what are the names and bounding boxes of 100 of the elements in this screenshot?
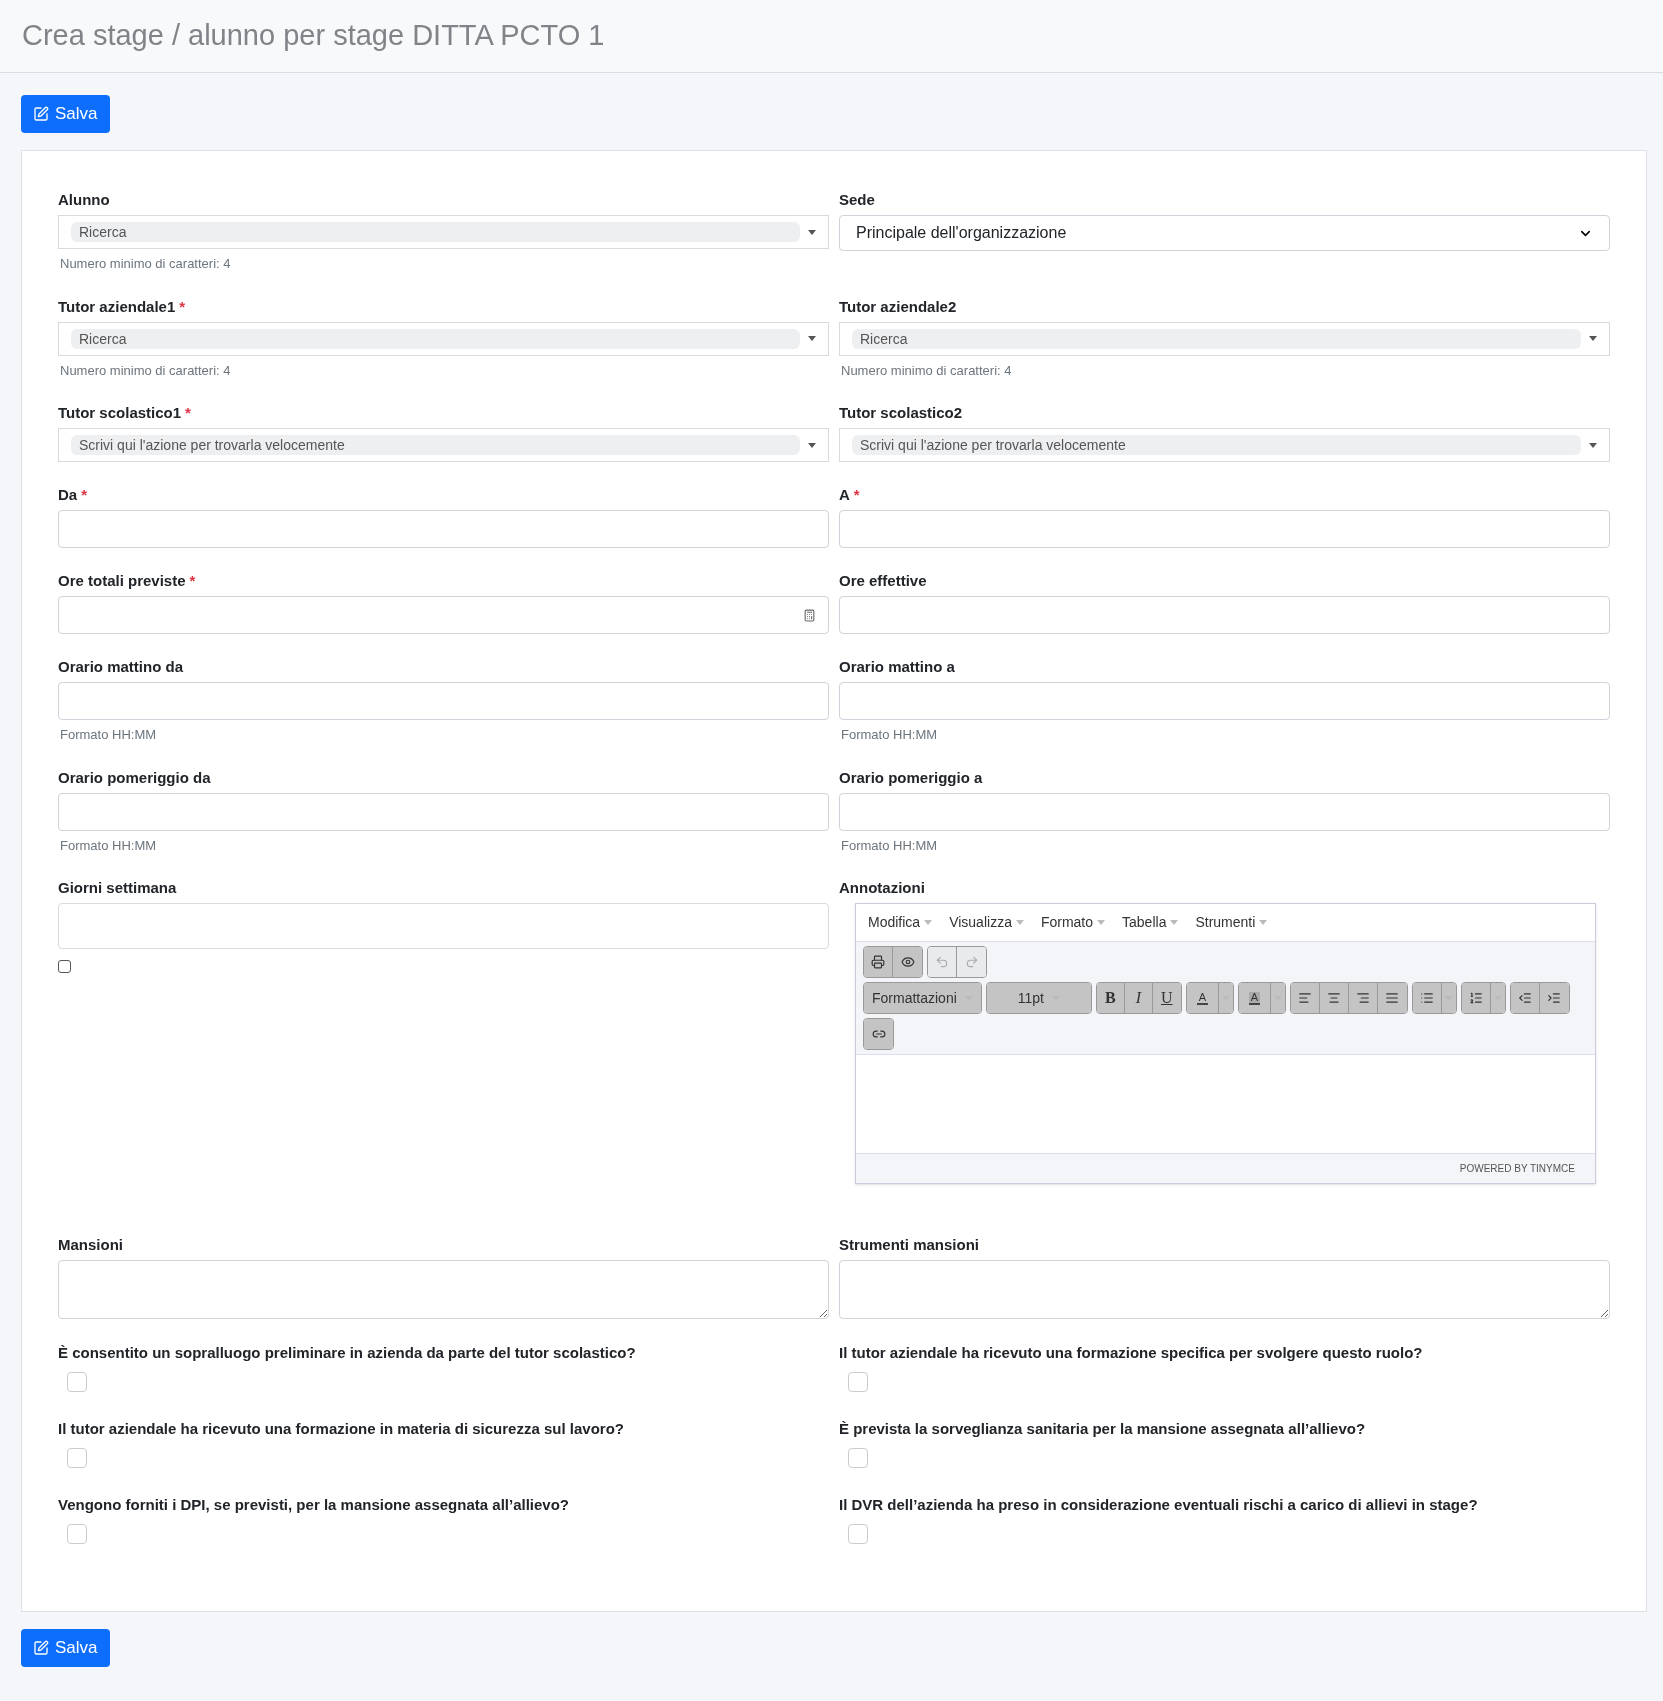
editor-menu[interactable]: Strumenti — [1195, 912, 1268, 933]
select-value: Ricerca — [852, 328, 1581, 349]
bullet-list-button[interactable] — [1412, 983, 1442, 1013]
align-center-icon — [1326, 991, 1341, 1005]
bold-button[interactable]: B — [1096, 983, 1125, 1013]
caret-icon — [1589, 336, 1597, 341]
input-field[interactable] — [58, 792, 829, 831]
align-left-button[interactable] — [1290, 983, 1320, 1013]
input-field[interactable] — [58, 682, 829, 720]
question-label: Vengono forniti i DPI, se previsti, per la mansione assegnata all’allievo? — [58, 1495, 570, 1515]
select-value: Ricerca — [71, 222, 800, 242]
field-label: Ore totali previste — [58, 572, 186, 590]
field-label: Mansioni — [58, 1236, 123, 1254]
field-label: Orario pomeriggio da — [58, 768, 211, 787]
help-text: Numero minimo di caratteri: 4 — [841, 361, 1013, 380]
numbered-list-button[interactable] — [1461, 983, 1491, 1013]
question-label: Il DVR dell’azienda ha preso in considerazione eventuali rischi a carico di allievi in stage? — [839, 1495, 1479, 1515]
field-label: Sede — [839, 191, 875, 209]
question-label: È consentito un sopralluogo preliminare in azienda da parte del tutor scolastico? — [58, 1343, 637, 1363]
outdent-icon — [1517, 991, 1532, 1005]
help-text: Numero minimo di caratteri: 4 — [60, 361, 232, 380]
input-field[interactable] — [839, 792, 1610, 831]
align-right-button[interactable] — [1348, 983, 1378, 1013]
field-label: Orario pomeriggio a — [839, 768, 983, 787]
align-right-icon — [1355, 991, 1370, 1005]
preview-button[interactable] — [893, 947, 922, 977]
indent-icon — [1547, 991, 1562, 1005]
justify-icon — [1385, 991, 1400, 1005]
search-select[interactable]: Ricerca — [58, 321, 829, 356]
editor-menu[interactable]: Tabella — [1122, 912, 1179, 933]
input-field[interactable] — [839, 682, 1610, 720]
undo-icon — [935, 955, 949, 969]
background-color-button[interactable]: A — [1238, 983, 1271, 1013]
caret-icon — [1015, 920, 1024, 925]
editor-dropdown[interactable]: 11pt — [986, 983, 1091, 1013]
italic-button[interactable]: I — [1124, 983, 1153, 1013]
select-value: Scrivi qui l'azione per trovarla velocemente — [852, 435, 1581, 455]
caret-icon — [808, 442, 816, 448]
text-color-button[interactable]: A — [1186, 983, 1219, 1013]
help-text: Numero minimo di caratteri: 4 — [60, 255, 232, 273]
caret-icon — [1589, 442, 1597, 448]
page-title: Crea stage / alunno per stage DITTA PCTO 1 — [22, 18, 605, 54]
search-select[interactable]: Scrivi qui l'azione per trovarla velocemente — [839, 428, 1610, 462]
caret-icon — [1170, 920, 1179, 925]
editor-menu[interactable]: Visualizza — [949, 912, 1024, 933]
text-area[interactable] — [58, 1260, 829, 1319]
select-value: Ricerca — [71, 328, 800, 349]
field-label: Tutor scolastico1 — [58, 404, 182, 422]
required-mark: * — [185, 404, 191, 422]
field-label: Ore effettive — [839, 572, 927, 590]
question-label: È prevista la sorveglianza sanitaria per la mansione assegnata all’allievo? — [839, 1419, 1367, 1439]
select-field[interactable]: Principale dell'organizzazione — [839, 215, 1610, 251]
search-select[interactable]: Scrivi qui l'azione per trovarla velocemente — [58, 428, 829, 462]
search-select[interactable]: Ricerca — [839, 321, 1610, 356]
field-label: Tutor aziendale2 — [839, 297, 957, 316]
field-label: Annotazioni — [839, 879, 925, 897]
field-label: Giorni settimana — [58, 879, 177, 897]
bullet-list-icon — [1419, 991, 1434, 1005]
caret-icon — [1097, 920, 1106, 925]
field-label: Tutor aziendale1 — [58, 297, 176, 316]
checkbox[interactable] — [58, 960, 71, 973]
align-center-button[interactable] — [1319, 983, 1349, 1013]
edit-icon — [33, 1640, 49, 1656]
numbered-list-icon — [1468, 991, 1483, 1005]
number-field[interactable] — [58, 596, 829, 634]
input-field[interactable] — [839, 510, 1610, 548]
save-button[interactable]: Salva — [21, 95, 110, 133]
text-area[interactable] — [839, 1260, 1610, 1319]
field-label: Da — [58, 486, 78, 504]
question-label: Il tutor aziendale ha ricevuto una formazione specifica per svolgere questo ruolo? — [839, 1343, 1424, 1363]
link-button[interactable] — [864, 1019, 893, 1049]
save-button[interactable]: Salva — [21, 1629, 110, 1667]
print-button[interactable] — [864, 947, 893, 977]
editor-content-area[interactable] — [856, 1055, 1595, 1153]
input-field[interactable] — [839, 596, 1610, 634]
caret-icon — [808, 229, 816, 235]
required-mark: * — [189, 572, 196, 590]
question-label: Il tutor aziendale ha ricevuto una formazione in materia di sicurezza sul lavoro? — [58, 1419, 625, 1439]
tags-field[interactable] — [58, 903, 829, 949]
field-label: Orario mattino da — [58, 658, 184, 676]
field-label: Tutor scolastico2 — [839, 404, 963, 422]
underline-button[interactable]: U — [1152, 983, 1181, 1013]
search-select[interactable]: Ricerca — [58, 215, 829, 249]
align-left-icon — [1297, 991, 1312, 1005]
justify-button[interactable] — [1377, 983, 1407, 1013]
indent-button[interactable] — [1539, 983, 1569, 1013]
calculator-icon — [803, 608, 816, 622]
required-mark: * — [853, 486, 860, 504]
editor-menu[interactable]: Modifica — [868, 912, 933, 933]
input-field[interactable] — [58, 510, 829, 548]
required-mark: * — [179, 297, 186, 316]
field-label: A — [839, 486, 850, 504]
editor-menu[interactable]: Formato — [1040, 912, 1106, 933]
outdent-button[interactable] — [1510, 983, 1540, 1013]
help-text: Formato HH:MM — [60, 836, 158, 855]
editor-credit: POWERED BY TINYMCE — [1459, 1162, 1575, 1176]
eye-icon — [900, 955, 915, 969]
editor-dropdown[interactable]: Formattazioni — [864, 983, 981, 1013]
redo-icon — [964, 955, 979, 969]
select-value: Scrivi qui l'azione per trovarla velocemente — [71, 435, 800, 455]
